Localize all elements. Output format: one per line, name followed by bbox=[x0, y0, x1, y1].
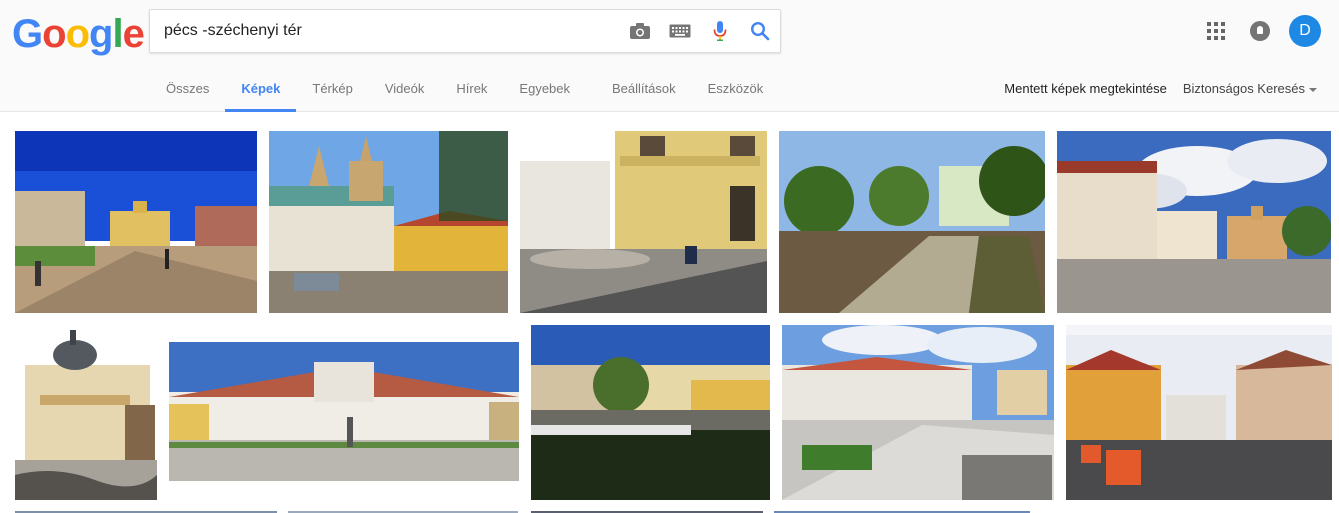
logo-letter: o bbox=[42, 12, 66, 56]
image-toolbar: Mentett képek megtekintése Biztonságos K… bbox=[1004, 81, 1317, 96]
tab-images[interactable]: Képek bbox=[225, 70, 297, 112]
tab-maps[interactable]: Térkép bbox=[296, 70, 368, 112]
search-icon[interactable] bbox=[740, 10, 780, 52]
microphone-icon[interactable] bbox=[700, 10, 740, 52]
image-result[interactable] bbox=[782, 325, 1054, 500]
search-box bbox=[149, 9, 781, 53]
tab-news[interactable]: Hírek bbox=[440, 70, 503, 112]
apps-icon[interactable] bbox=[1204, 19, 1228, 43]
logo-letter: g bbox=[89, 12, 113, 56]
tab-videos[interactable]: Videók bbox=[369, 70, 441, 112]
image-result[interactable] bbox=[15, 325, 157, 500]
logo-letter: l bbox=[112, 12, 123, 56]
logo-letter: e bbox=[122, 12, 145, 56]
keyboard-icon[interactable] bbox=[660, 10, 700, 52]
search-tabs: Összes Képek Térkép Videók Hírek Egyebek… bbox=[150, 70, 779, 112]
search-tools bbox=[620, 10, 780, 52]
image-result[interactable] bbox=[1057, 131, 1331, 313]
camera-icon[interactable] bbox=[620, 10, 660, 52]
caret-down-icon bbox=[1309, 87, 1317, 92]
image-result[interactable] bbox=[1066, 325, 1332, 500]
safe-search-dropdown[interactable]: Biztonságos Keresés bbox=[1183, 81, 1317, 96]
image-result[interactable] bbox=[520, 131, 767, 313]
account-area: D bbox=[1204, 14, 1321, 48]
logo-letter: G bbox=[12, 12, 43, 56]
image-result[interactable] bbox=[779, 131, 1045, 313]
safe-search-label: Biztonságos Keresés bbox=[1182, 81, 1305, 96]
avatar[interactable]: D bbox=[1289, 15, 1321, 47]
notifications-icon[interactable] bbox=[1250, 21, 1270, 41]
image-result[interactable] bbox=[15, 131, 257, 313]
image-result[interactable] bbox=[169, 342, 519, 481]
tab-all[interactable]: Összes bbox=[150, 70, 225, 112]
tab-tools[interactable]: Eszközök bbox=[692, 70, 780, 112]
tab-settings[interactable]: Beállítások bbox=[596, 70, 692, 112]
tab-more[interactable]: Egyebek bbox=[503, 70, 586, 112]
google-logo[interactable]: Google bbox=[12, 12, 145, 56]
header: Google D Összes Képek Térkép Videók Hí bbox=[0, 0, 1339, 112]
logo-letter: o bbox=[65, 12, 90, 56]
image-result[interactable] bbox=[269, 131, 508, 313]
saved-images-link[interactable]: Mentett képek megtekintése bbox=[1004, 81, 1167, 96]
image-result[interactable] bbox=[531, 325, 770, 500]
search-input[interactable] bbox=[164, 10, 604, 52]
